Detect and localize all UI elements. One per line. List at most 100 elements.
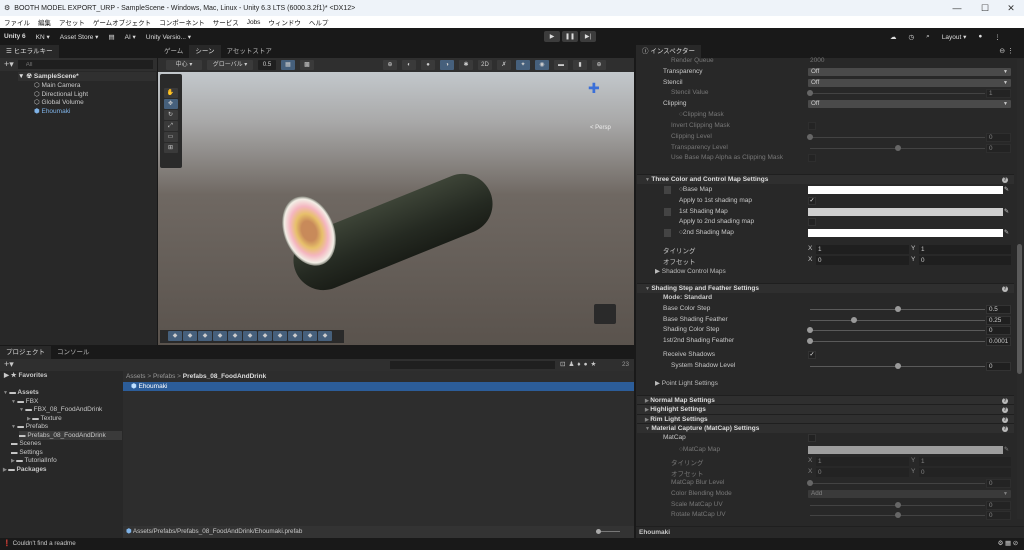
slider-knob[interactable] [894, 145, 901, 151]
slider[interactable] [810, 145, 985, 151]
menu-item[interactable]: アセット [59, 17, 85, 27]
scene-root[interactable]: ▼ ☢ SampleScene* [18, 72, 156, 81]
checkbox[interactable] [808, 122, 816, 130]
ortho-icon[interactable]: ◆ [258, 331, 272, 341]
tab-scene[interactable]: シーン [189, 45, 221, 58]
frame-icon[interactable]: ◆ [318, 331, 332, 341]
help-icon[interactable]: ? [1002, 177, 1008, 183]
add-button[interactable]: +▾ [4, 59, 14, 70]
checkbox[interactable]: ✓ [808, 351, 816, 359]
status-message[interactable]: Couldn't find a readme [13, 540, 76, 547]
package-icon[interactable]: ▤ [108, 33, 114, 41]
more-icon[interactable]: ⋮ [994, 33, 1001, 41]
menu-item[interactable]: ゲームオブジェクト [93, 17, 151, 27]
axis-gizmo[interactable]: ✚ [588, 80, 618, 110]
align-icon[interactable]: ◆ [213, 331, 227, 341]
color-picker-icon[interactable]: ✎ [1004, 186, 1012, 194]
camera-icon[interactable]: ▬ [554, 60, 568, 70]
scale-tool-icon[interactable]: ⤢ [163, 121, 178, 131]
number-field[interactable]: 0 [986, 326, 1011, 335]
grid-icon[interactable]: ▩ [300, 60, 314, 70]
slider[interactable] [810, 502, 985, 508]
unity-button[interactable]: Unity 6 [4, 33, 26, 40]
inspector-scrollbar[interactable] [1017, 59, 1023, 519]
field-label[interactable]: ▶ Point Light Settings [655, 379, 718, 387]
slider[interactable] [810, 317, 985, 323]
slider-knob[interactable] [807, 90, 813, 96]
number-field[interactable]: 0.0001 [986, 337, 1011, 346]
slider[interactable] [810, 306, 985, 312]
help-icon[interactable]: ? [1002, 426, 1008, 432]
shading-icon[interactable]: ◆ [243, 331, 257, 341]
slider[interactable] [810, 363, 985, 369]
vector-y-input[interactable]: 1 [919, 245, 1011, 254]
lock-icon[interactable]: ⊖ ⋮ [999, 47, 1014, 55]
hierarchy-item[interactable]: ⬢ Ehoumaki [34, 107, 70, 116]
slider-knob[interactable] [850, 317, 857, 323]
minimize-button[interactable]: — [944, 0, 970, 16]
move-icon[interactable]: ◆ [183, 331, 197, 341]
color-picker-icon[interactable]: ✎ [1004, 229, 1012, 237]
snap-icon[interactable]: ◆ [198, 331, 212, 341]
slider[interactable] [807, 480, 985, 486]
vector-x-input[interactable]: 1 [816, 457, 909, 466]
vector-y-input[interactable]: 1 [919, 457, 1011, 466]
vector-x-input[interactable]: 1 [816, 245, 909, 254]
camera-overlay[interactable] [594, 304, 616, 324]
persp-label[interactable]: < Persp [590, 125, 611, 131]
create-button[interactable]: +▾ [4, 359, 14, 370]
hand-tool-icon[interactable]: ✋ [163, 88, 178, 98]
dropdown[interactable]: Add ▼ [808, 490, 1011, 498]
file-item[interactable]: ⬢ Ehoumaki [123, 382, 634, 391]
close-button[interactable]: ✕ [998, 0, 1024, 16]
slider-knob[interactable] [894, 502, 901, 508]
number-field[interactable]: 0.5 [986, 305, 1011, 314]
vector-x-input[interactable]: 0 [816, 256, 909, 265]
texture-thumbnail[interactable] [664, 208, 671, 216]
project-folder[interactable]: ▶ ▬ Packages [3, 465, 47, 474]
breadcrumb-item[interactable]: Assets [126, 373, 146, 380]
number-field[interactable]: 1 [986, 89, 1011, 98]
cloud-icon[interactable]: ☁ [890, 33, 897, 41]
scene-viewport[interactable]: ✋ ✥ ↻ ⤢ ▭ ⊞ ✚ < Persp ◆ ◆ ◆ ◆ ◆ ◆ ◆ ◆ ◆ ◆ ◆ [158, 72, 634, 345]
shaded-wire-icon[interactable]: ◐ [402, 60, 416, 70]
slider[interactable] [807, 327, 985, 333]
preview-bar[interactable]: Ehoumaki [636, 526, 1024, 538]
asset-store-button[interactable]: Asset Store ▾ [60, 33, 99, 41]
visibility-icon[interactable]: ◉ [535, 60, 549, 70]
menu-item[interactable]: サービス [213, 17, 239, 27]
help-icon[interactable]: ● [978, 33, 982, 40]
texture-field[interactable] [808, 446, 1003, 454]
move2-icon[interactable]: ◆ [303, 331, 317, 341]
slider[interactable] [807, 338, 985, 344]
breadcrumb-item[interactable]: Prefabs_08_FoodAndDrink [183, 373, 266, 380]
section-header[interactable]: ▼ Three Color and Control Map Settings? [637, 174, 1014, 184]
menu-item[interactable]: Jobs [247, 19, 261, 26]
rect-tool-icon[interactable]: ▭ [163, 132, 178, 142]
tab-console[interactable]: コンソール [51, 346, 96, 359]
breadcrumb-item[interactable]: Prefabs [153, 373, 175, 380]
grid-snap-icon[interactable]: ▦ [281, 60, 295, 70]
lighting-icon[interactable]: ◆ [228, 331, 242, 341]
pivot-dropdown[interactable]: 中心 ▾ [166, 60, 202, 70]
orientation-icon[interactable]: ⊕ [592, 60, 606, 70]
number-field[interactable]: 0 [986, 479, 1011, 488]
shaded-icon[interactable]: ● [421, 60, 435, 70]
tab-asset-store[interactable]: アセットストア [221, 45, 278, 58]
texture-field[interactable] [808, 208, 1003, 216]
path-icon[interactable]: ◆ [273, 331, 287, 341]
unlit-icon[interactable]: ◑ [440, 60, 454, 70]
number-field[interactable]: 0 [986, 133, 1011, 142]
effects-icon[interactable]: ✦ [516, 60, 530, 70]
version-control-button[interactable]: Unity Versio... ▾ [146, 33, 191, 41]
dropdown[interactable]: Off ▼ [808, 79, 1011, 87]
hierarchy-search-input[interactable] [17, 60, 153, 69]
texture-field[interactable] [808, 186, 1003, 194]
field-label[interactable]: ▶ Shadow Control Maps [655, 267, 726, 275]
icon-size-slider[interactable] [596, 529, 620, 534]
checkbox[interactable]: ✓ [808, 197, 816, 205]
slider-knob[interactable] [807, 338, 813, 344]
vector-x-input[interactable]: 0 [816, 468, 909, 477]
view-icon[interactable]: ◆ [168, 331, 182, 341]
project-search-input[interactable] [390, 361, 555, 369]
